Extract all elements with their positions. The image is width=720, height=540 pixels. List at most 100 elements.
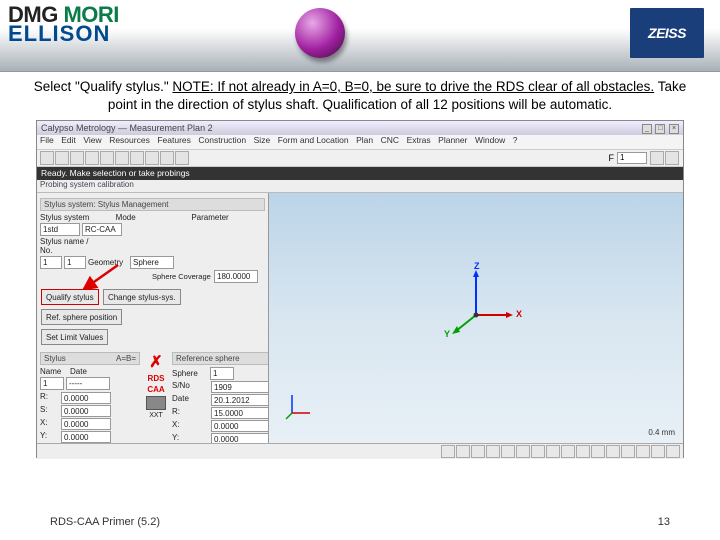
menu-item[interactable]: View xyxy=(83,135,101,145)
window-buttons: _ □ × xyxy=(641,122,679,134)
xxt-label: XXT xyxy=(149,412,163,419)
panel-header: Stylus system: Stylus Management xyxy=(40,198,265,211)
stylus-section: Stylus A=B= xyxy=(40,352,140,365)
view-button[interactable] xyxy=(471,445,485,458)
view-button[interactable] xyxy=(546,445,560,458)
geometry-field[interactable]: Sphere xyxy=(130,256,174,269)
toolbar-button[interactable] xyxy=(650,151,664,165)
toolbar-button[interactable] xyxy=(55,151,69,165)
toolbar-button[interactable] xyxy=(115,151,129,165)
scale-indicator: 0.4 mm xyxy=(648,428,675,437)
ref-sphere-grid: S/No1909 Date20.1.2012 R:15.0000 X:0.000… xyxy=(172,381,269,443)
calypso-window: Calypso Metrology — Measurement Plan 2 _… xyxy=(36,120,684,458)
toolbar-button[interactable] xyxy=(175,151,189,165)
menu-item[interactable]: Features xyxy=(157,135,191,145)
toolbar: F 1 xyxy=(37,149,683,167)
view-button[interactable] xyxy=(531,445,545,458)
toolbar-button[interactable] xyxy=(130,151,144,165)
view-button[interactable] xyxy=(456,445,470,458)
view-button[interactable] xyxy=(516,445,530,458)
view-button[interactable] xyxy=(606,445,620,458)
meas-s: 0.0000 xyxy=(61,405,111,417)
col-hdr: Parameter xyxy=(191,213,265,222)
menu-item[interactable]: Plan xyxy=(356,135,373,145)
ref-sphere-position-button[interactable]: Ref. sphere position xyxy=(41,309,122,325)
titlebar: Calypso Metrology — Measurement Plan 2 _… xyxy=(37,121,683,135)
origin-triad xyxy=(284,391,314,423)
change-stylus-button[interactable]: Change stylus-sys. xyxy=(103,289,181,305)
toolbar-field[interactable]: 1 xyxy=(617,152,647,164)
minimize-button[interactable]: _ xyxy=(642,124,652,134)
toolbar-button[interactable] xyxy=(40,151,54,165)
status-bar: Ready. Make selection or take probings xyxy=(37,167,683,180)
view-button[interactable] xyxy=(591,445,605,458)
footer-left: RDS-CAA Primer (5.2) xyxy=(50,516,160,528)
3d-viewport[interactable]: Z X Y 0.4 mm xyxy=(269,193,683,443)
view-button[interactable] xyxy=(576,445,590,458)
axis-triad: Z X Y xyxy=(436,265,516,347)
view-button[interactable] xyxy=(651,445,665,458)
view-button[interactable] xyxy=(621,445,635,458)
menu-item[interactable]: Window xyxy=(475,135,505,145)
view-button[interactable] xyxy=(636,445,650,458)
logo-text: ELLISON xyxy=(8,25,119,44)
field-label: F xyxy=(609,153,615,163)
close-button[interactable]: × xyxy=(669,124,679,134)
maximize-button[interactable]: □ xyxy=(655,124,665,134)
axis-z-label: Z xyxy=(474,261,480,271)
menu-item[interactable]: Size xyxy=(254,135,271,145)
stylus-system-field[interactable]: 1std xyxy=(40,223,80,236)
view-button[interactable] xyxy=(501,445,515,458)
view-button[interactable] xyxy=(561,445,575,458)
probe-icon xyxy=(146,396,166,410)
menu-item[interactable]: ? xyxy=(513,135,518,145)
menu-item[interactable]: Resources xyxy=(109,135,150,145)
logo-text: ZEISS xyxy=(648,25,686,41)
view-toolbar xyxy=(37,443,683,459)
ref-sphere-label: Sphere xyxy=(172,369,208,378)
toolbar-button[interactable] xyxy=(85,151,99,165)
slide-header: DMG MORI ELLISON ZEISS xyxy=(0,0,720,72)
invalid-icon: ✗ xyxy=(149,352,162,372)
toolbar-button[interactable] xyxy=(160,151,174,165)
menu-item[interactable]: Planner xyxy=(438,135,467,145)
view-button[interactable] xyxy=(666,445,680,458)
set-limit-values-button[interactable]: Set Limit Values xyxy=(41,329,108,345)
stylus-number-field[interactable]: 1 xyxy=(40,256,62,269)
toolbar-button[interactable] xyxy=(665,151,679,165)
menu-item[interactable]: Form and Location xyxy=(278,135,349,145)
workarea: Stylus system: Stylus Management Stylus … xyxy=(37,193,683,443)
tab-bar: Probing system calibration xyxy=(37,180,683,193)
view-button[interactable] xyxy=(486,445,500,458)
coverage-label: Sphere Coverage xyxy=(152,272,212,281)
zeiss-logo: ZEISS xyxy=(630,8,704,58)
status-text: Ready. Make selection or take probings xyxy=(41,168,190,178)
caa-label: CAA xyxy=(147,385,164,394)
stylus-name-value[interactable]: 1 xyxy=(40,377,64,390)
toolbar-button[interactable] xyxy=(100,151,114,165)
toolbar-button[interactable] xyxy=(145,151,159,165)
coverage-field[interactable]: 180.0000 xyxy=(214,270,258,283)
menu-item[interactable]: Edit xyxy=(61,135,76,145)
name-header: Name xyxy=(40,367,68,376)
measurement-grid: R:0.0000 S:0.0000 X:0.0000 Y:0.0000 Z:0.… xyxy=(40,392,140,443)
column-headers: Stylus system Mode Parameter xyxy=(40,213,265,222)
qualify-stylus-button[interactable]: Qualify stylus xyxy=(41,289,99,305)
toolbar-button[interactable] xyxy=(70,151,84,165)
menu-item[interactable]: Extras xyxy=(407,135,431,145)
axis-y-label: Y xyxy=(444,329,450,339)
stylus-panel: Stylus system: Stylus Management Stylus … xyxy=(37,193,269,443)
menubar: File Edit View Resources Features Constr… xyxy=(37,135,683,149)
menu-item[interactable]: File xyxy=(40,135,54,145)
menu-item[interactable]: CNC xyxy=(381,135,399,145)
view-button[interactable] xyxy=(441,445,455,458)
instruction-text: Select "Qualify stylus." NOTE: If not al… xyxy=(0,72,720,118)
col-hdr: Stylus system xyxy=(40,213,114,222)
menu-item[interactable]: Construction xyxy=(198,135,246,145)
stylus-number-field2[interactable]: 1 xyxy=(64,256,86,269)
ref-sno: 1909 xyxy=(211,381,269,393)
ref-y: 0.0000 xyxy=(211,433,269,443)
ref-sphere-value[interactable]: 1 xyxy=(210,367,234,380)
tab[interactable]: Probing system calibration xyxy=(40,180,134,189)
mode-field[interactable]: RC-CAA xyxy=(82,223,122,236)
